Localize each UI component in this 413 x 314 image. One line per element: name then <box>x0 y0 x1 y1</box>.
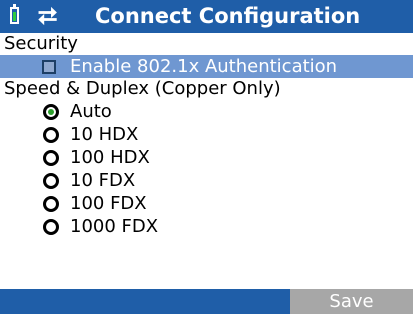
security-section-label: Security <box>4 33 78 54</box>
usb-icon: ⮂ <box>38 2 58 30</box>
radio-10-hdx-label[interactable]: 10 HDX <box>70 124 138 146</box>
enable-8021x-checkbox[interactable] <box>42 60 56 74</box>
speed-duplex-section-label: Speed & Duplex (Copper Only) <box>4 78 281 99</box>
radio-10-hdx[interactable] <box>43 127 59 143</box>
radio-1000-fdx[interactable] <box>43 219 59 235</box>
radio-100-hdx-label[interactable]: 100 HDX <box>70 147 150 169</box>
title-bar: ⮂ Connect Configuration <box>0 0 413 33</box>
enable-8021x-label[interactable]: Enable 802.1x Authentication <box>70 55 337 78</box>
save-button[interactable]: Save <box>290 289 413 314</box>
radio-100-fdx-label[interactable]: 100 FDX <box>70 193 147 215</box>
radio-auto[interactable] <box>43 104 59 120</box>
radio-auto-label[interactable]: Auto <box>70 101 112 123</box>
radio-10-fdx[interactable] <box>43 173 59 189</box>
battery-icon <box>10 4 19 24</box>
connect-configuration-screen: ⮂ Connect Configuration Security Enable … <box>0 0 413 314</box>
page-title: Connect Configuration <box>95 4 361 28</box>
radio-10-fdx-label[interactable]: 10 FDX <box>70 170 135 192</box>
radio-100-hdx[interactable] <box>43 150 59 166</box>
radio-100-fdx[interactable] <box>43 196 59 212</box>
battery-level <box>13 12 16 21</box>
radio-1000-fdx-label[interactable]: 1000 FDX <box>70 216 158 238</box>
